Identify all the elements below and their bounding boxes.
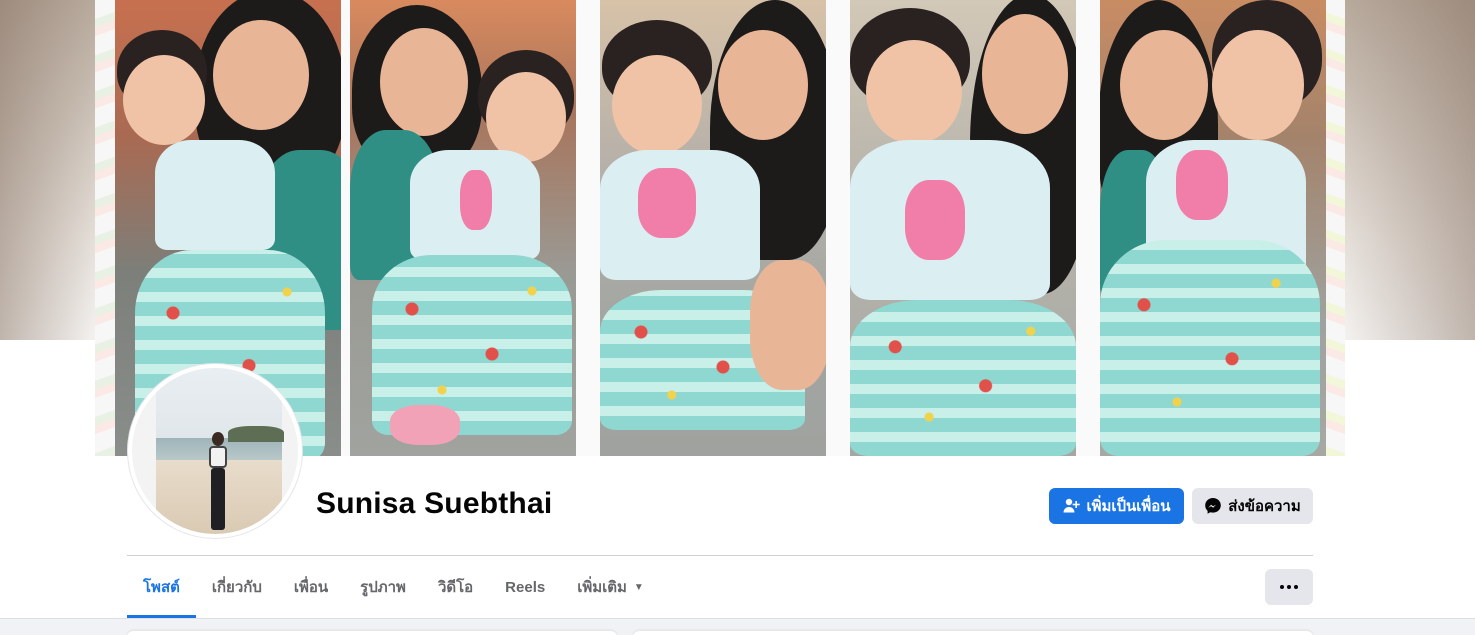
cover-decor-left	[95, 0, 115, 456]
cover-photo[interactable]	[95, 0, 1345, 456]
cover-panel-3	[600, 0, 826, 456]
posts-card-edge	[633, 631, 1313, 635]
profile-tabs: โพสต์ เกี่ยวกับ เพื่อน รูปภาพ วิดีโอ Ree…	[127, 556, 660, 618]
tab-label: เพื่อน	[293, 579, 329, 596]
tab-photos[interactable]: รูปภาพ	[344, 556, 422, 618]
profile-photo	[132, 368, 298, 534]
more-options-button[interactable]	[1265, 569, 1313, 605]
add-friend-button[interactable]: เพิ่มเป็นเพื่อน	[1049, 488, 1184, 524]
tab-label: เกี่ยวกับ	[211, 579, 262, 596]
more-dots-icon	[1287, 585, 1291, 589]
tab-videos[interactable]: วิดีโอ	[422, 556, 489, 618]
tab-friends[interactable]: เพื่อน	[278, 556, 344, 618]
more-dots-icon	[1294, 585, 1298, 589]
intro-card-edge	[127, 631, 617, 635]
cover-decor-right	[1325, 0, 1345, 456]
tab-label: วิดีโอ	[437, 579, 474, 596]
tab-reels[interactable]: Reels	[489, 556, 561, 618]
add-friend-label: เพิ่มเป็นเพื่อน	[1086, 498, 1171, 515]
tab-more[interactable]: เพิ่มเติม ▼	[561, 556, 660, 618]
tab-label: เพิ่มเติม	[577, 579, 627, 596]
cover-panel-5	[1100, 0, 1326, 456]
cover-panel-2	[350, 0, 576, 456]
cover-backdrop-right	[1345, 0, 1475, 340]
tab-label: โพสต์	[143, 579, 180, 596]
messenger-icon	[1204, 497, 1222, 515]
message-label: ส่งข้อความ	[1228, 498, 1301, 515]
message-button[interactable]: ส่งข้อความ	[1192, 488, 1313, 524]
add-person-icon	[1062, 497, 1081, 515]
caret-down-icon: ▼	[633, 581, 644, 593]
cover-panel-4	[850, 0, 1076, 456]
cover-backdrop-left	[0, 0, 95, 340]
tab-about[interactable]: เกี่ยวกับ	[196, 556, 278, 618]
tab-label: รูปภาพ	[360, 579, 406, 596]
profile-picture[interactable]	[128, 364, 302, 538]
tab-posts[interactable]: โพสต์	[127, 556, 196, 618]
profile-name: Sunisa Suebthai	[316, 487, 553, 520]
tab-label: Reels	[505, 578, 546, 596]
more-dots-icon	[1280, 585, 1284, 589]
